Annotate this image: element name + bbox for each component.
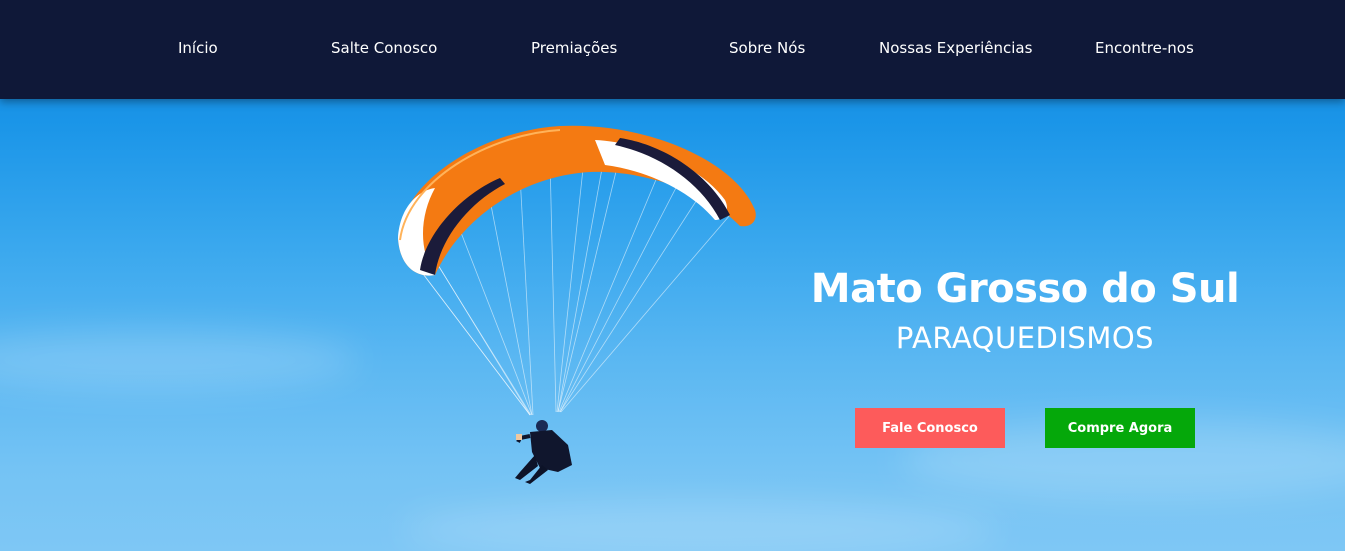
contact-button[interactable]: Fale Conosco bbox=[855, 408, 1005, 448]
nav-link-salte-conosco[interactable]: Salte Conosco bbox=[331, 38, 437, 58]
top-navbar: Início Salte Conosco Premiações Sobre Nó… bbox=[0, 0, 1345, 99]
sky-haze bbox=[0, 330, 360, 390]
hero-title: Mato Grosso do Sul bbox=[810, 266, 1240, 312]
paraglider-image bbox=[398, 125, 756, 484]
hero-text-block: Mato Grosso do Sul PARAQUEDISMOS bbox=[780, 262, 1270, 356]
nav-link-nossas-experiencias[interactable]: Nossas Experiências bbox=[879, 38, 1032, 58]
nav-link-premiacoes[interactable]: Premiações bbox=[531, 38, 617, 58]
buy-now-button[interactable]: Compre Agora bbox=[1045, 408, 1195, 448]
sky-haze bbox=[400, 500, 1000, 551]
nav-link-encontre-nos[interactable]: Encontre-nos bbox=[1095, 38, 1194, 58]
nav-link-sobre-nos[interactable]: Sobre Nós bbox=[729, 38, 805, 58]
hero-subtitle: PARAQUEDISMOS bbox=[895, 321, 1155, 355]
nav-link-inicio[interactable]: Início bbox=[178, 38, 218, 58]
hero-page: Início Salte Conosco Premiações Sobre Nó… bbox=[0, 0, 1345, 551]
